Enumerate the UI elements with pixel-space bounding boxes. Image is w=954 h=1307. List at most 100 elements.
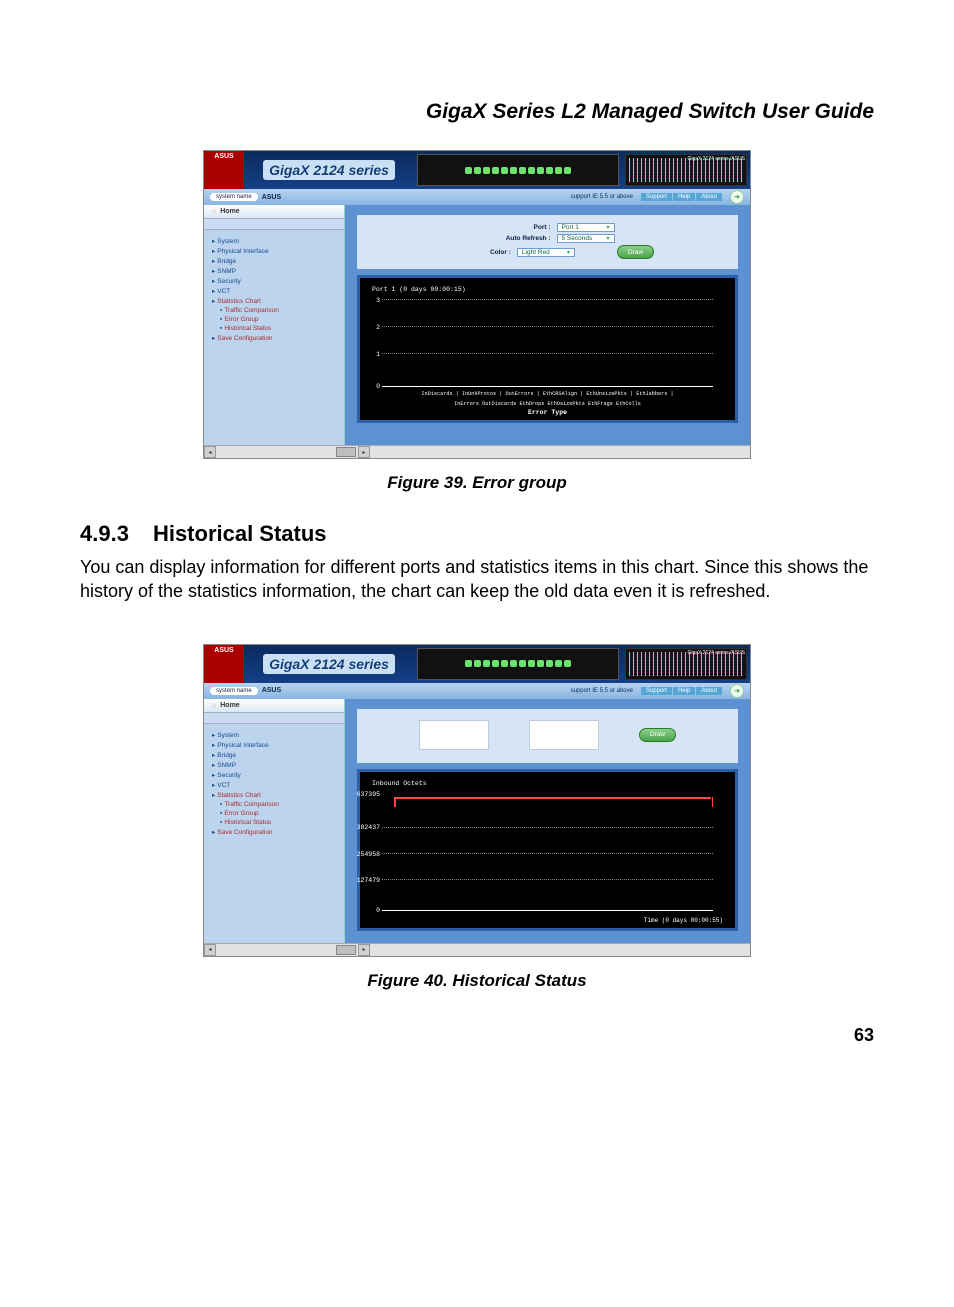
nav-physical-interface[interactable]: ▸Physical Interface: [210, 246, 344, 256]
auto-refresh-label: Auto Refresh :: [481, 235, 551, 242]
figure-39-caption: Figure 39. Error group: [80, 473, 874, 493]
support-note: support IE 5.5 or above: [571, 688, 633, 694]
series-end: [712, 797, 713, 807]
document-title: GigaX Series L2 Managed Switch User Guid…: [80, 100, 874, 124]
section-number: 4.9.3: [80, 521, 129, 547]
asus-logo: ASUS: [204, 151, 244, 189]
port-panel-graphic: [417, 648, 619, 680]
horizontal-scrollbar[interactable]: ◂ ▸: [204, 445, 750, 458]
nav-system[interactable]: ▸System: [210, 730, 344, 740]
draw-button[interactable]: Draw: [639, 728, 676, 742]
port-select[interactable]: Port 1▾: [557, 223, 615, 232]
link-help[interactable]: Help: [673, 687, 695, 695]
link-support[interactable]: Support: [641, 193, 672, 201]
auto-refresh-select[interactable]: 5 Seconds▾: [557, 234, 615, 243]
nav-statistics-chart[interactable]: ▸Statistics Chart: [210, 790, 344, 800]
home-tab[interactable]: ⌂Home: [204, 205, 344, 219]
nav-vct[interactable]: ▸VCT: [210, 780, 344, 790]
chart-title: Inbound Octets: [372, 780, 723, 787]
nav-snmp[interactable]: ▸SNMP: [210, 760, 344, 770]
page-number: 63: [80, 1025, 874, 1046]
nav-vct[interactable]: ▸VCT: [210, 286, 344, 296]
scroll-left-arrow-icon[interactable]: ◂: [204, 944, 216, 956]
section-body: You can display information for differen…: [80, 555, 874, 604]
scroll-right-arrow-icon[interactable]: ▸: [358, 944, 370, 956]
y-tick: 1: [372, 351, 380, 358]
link-about[interactable]: About: [696, 193, 722, 201]
scroll-thumb[interactable]: [336, 945, 356, 955]
home-tab[interactable]: ⌂ Home: [204, 699, 344, 713]
series-drop: [394, 797, 396, 807]
x-axis-label: Error Type: [372, 409, 723, 416]
port-panel-graphic: [417, 154, 619, 186]
form-panel: Port : Port 1▾ Auto Refresh : 5 Seconds▾…: [357, 215, 738, 269]
tab-spacer: [204, 219, 344, 230]
support-note: support IE 5.5 or above: [571, 194, 633, 200]
corner-brand: GigaX 2124 series /ASUS: [687, 650, 745, 656]
link-help[interactable]: Help: [673, 193, 695, 201]
nav-physical-interface[interactable]: ▸Physical Interface: [210, 740, 344, 750]
scroll-left-arrow-icon[interactable]: ◂: [204, 446, 216, 458]
nav-bridge[interactable]: ▸Bridge: [210, 750, 344, 760]
asus-logo: ASUS: [204, 645, 244, 683]
chevron-down-icon: ▾: [606, 235, 609, 242]
chevron-down-icon: ▾: [567, 249, 570, 256]
app-header: ASUS GigaX 2124 series GigaX 2124 series…: [204, 645, 750, 683]
horizontal-scrollbar[interactable]: ◂ ▸: [204, 943, 750, 956]
nav-security[interactable]: ▸Security: [210, 276, 344, 286]
home-label: Home: [220, 702, 239, 709]
nav-historical-status[interactable]: ▪Historical Status: [210, 324, 344, 333]
color-label: Color :: [441, 249, 511, 256]
nav-error-group[interactable]: ▪Error Group: [210, 315, 344, 324]
brand: GigaX 2124 series: [244, 645, 414, 683]
sidebar: ⌂Home ▸System ▸Physical Interface ▸Bridg…: [204, 205, 345, 445]
nav-security[interactable]: ▸Security: [210, 770, 344, 780]
figure-39: ASUS GigaX 2124 series GigaX 2124 series…: [80, 150, 874, 459]
status-led-grid: GigaX 2124 series /ASUS: [625, 154, 747, 186]
nav-system[interactable]: ▸System: [210, 236, 344, 246]
color-select[interactable]: Light Red▾: [517, 248, 575, 257]
chart-title: Port 1 (0 days 00:00:15): [372, 286, 723, 293]
system-name-value: ASUS: [262, 194, 281, 201]
draw-button[interactable]: Draw: [617, 245, 654, 259]
status-led-grid: GigaX 2124 series /ASUS: [625, 648, 747, 680]
nav-error-group[interactable]: ▪Error Group: [210, 809, 344, 818]
home-icon: ⌂: [212, 702, 216, 709]
go-button[interactable]: ➜: [730, 684, 744, 698]
brand-text: GigaX 2124 series: [263, 160, 395, 180]
system-name-label: system name: [210, 687, 258, 695]
nav-list: ▸System ▸Physical Interface ▸Bridge ▸SNM…: [204, 730, 344, 837]
link-support[interactable]: Support: [641, 687, 672, 695]
section-title: Historical Status: [153, 521, 327, 546]
nav-historical-status[interactable]: ▪Historical Status: [210, 818, 344, 827]
brand: GigaX 2124 series: [244, 151, 414, 189]
chevron-down-icon: ▾: [606, 224, 609, 231]
link-about[interactable]: About: [696, 687, 722, 695]
scroll-thumb[interactable]: [336, 447, 356, 457]
y-tick: 254958: [348, 851, 380, 858]
nav-save-configuration[interactable]: ▸Save Configuration: [210, 333, 344, 343]
sub-toolbar: system name ASUS support IE 5.5 or above…: [204, 189, 750, 205]
nav-bridge[interactable]: ▸Bridge: [210, 256, 344, 266]
scroll-right-arrow-icon[interactable]: ▸: [358, 446, 370, 458]
brand-text: GigaX 2124 series: [263, 654, 395, 674]
nav-statistics-chart[interactable]: ▸Statistics Chart: [210, 296, 344, 306]
y-tick: 382437: [348, 824, 380, 831]
home-icon: ⌂: [212, 208, 216, 215]
go-button[interactable]: ➜: [730, 190, 744, 204]
tab-spacer: [204, 713, 344, 724]
nav-save-configuration[interactable]: ▸Save Configuration: [210, 827, 344, 837]
blank-field-1[interactable]: [419, 720, 489, 750]
nav-snmp[interactable]: ▸SNMP: [210, 266, 344, 276]
x-categories-line1: InDiscards | InUnkProtos | OutErrors | E…: [372, 391, 723, 397]
figure-40-caption: Figure 40. Historical Status: [80, 971, 874, 991]
blank-field-2[interactable]: [529, 720, 599, 750]
nav-traffic-comparison[interactable]: ▪Traffic Comparison: [210, 306, 344, 315]
sidebar: ⌂ Home ▸System ▸Physical Interface ▸Bridg…: [204, 699, 345, 943]
x-axis-time-label: Time (0 days 00:00:55): [372, 917, 723, 924]
sub-toolbar: system name ASUS support IE 5.5 or above…: [204, 683, 750, 699]
nav-traffic-comparison[interactable]: ▪Traffic Comparison: [210, 800, 344, 809]
port-label: Port :: [481, 224, 551, 231]
nav-list: ▸System ▸Physical Interface ▸Bridge ▸SNM…: [204, 236, 344, 343]
y-tick: 0: [368, 907, 380, 914]
